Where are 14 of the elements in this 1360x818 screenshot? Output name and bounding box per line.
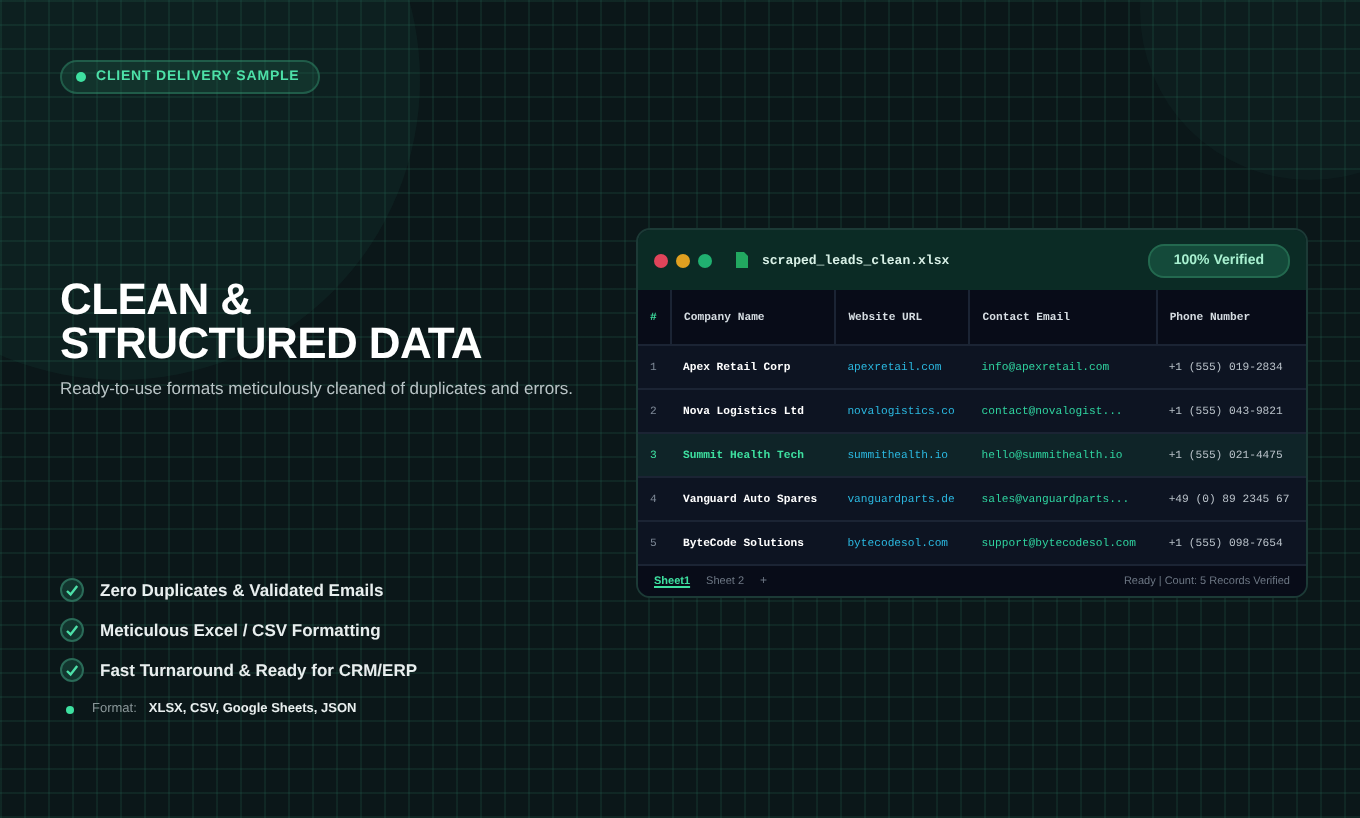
feature-text: Meticulous Excel / CSV Formatting — [100, 620, 381, 640]
check-circle-icon — [60, 658, 84, 682]
subtitle: Ready-to-use formats meticulously cleaned of duplicates and errors. — [60, 376, 576, 402]
check-circle-icon — [60, 578, 84, 602]
feature-text: Fast Turnaround & Ready for CRM/ERP — [100, 660, 418, 680]
minimize-icon[interactable] — [676, 253, 690, 267]
close-icon[interactable] — [654, 253, 668, 267]
file-icon — [736, 252, 748, 268]
maximize-icon[interactable] — [698, 253, 712, 267]
status-dot-icon — [76, 72, 86, 82]
bullet-dot-icon — [66, 705, 74, 713]
check-circle-icon — [60, 618, 84, 642]
headline: CLEAN & STRUCTURED DATA — [60, 278, 484, 366]
feature-text: Zero Duplicates & Validated Emails — [100, 580, 384, 600]
